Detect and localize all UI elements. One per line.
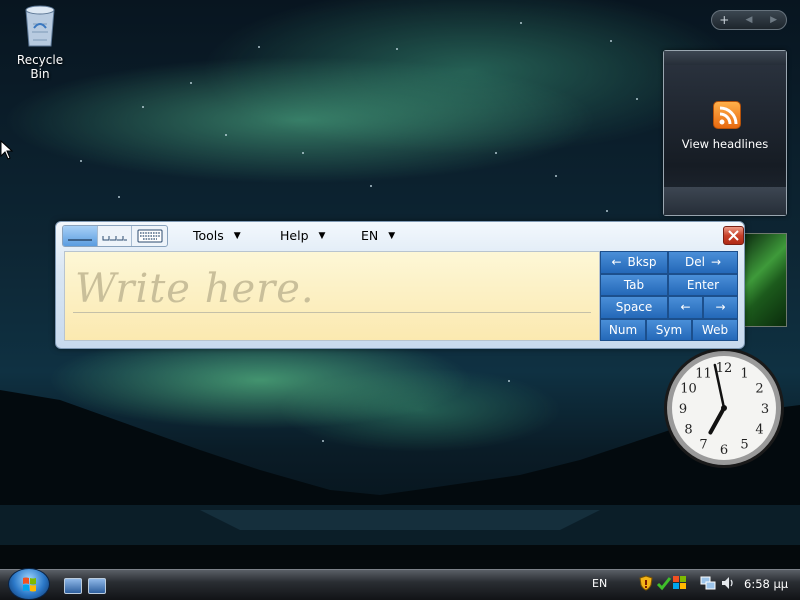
delete-key-label: Del (684, 255, 705, 270)
clock-numeral: 3 (761, 402, 769, 417)
num-key[interactable]: Num (600, 318, 646, 341)
mouse-pointer-icon (0, 140, 14, 160)
clock-numeral: 9 (679, 402, 687, 417)
sidebar-controls: + ◀ ▶ (711, 10, 787, 30)
clock-numeral: 12 (716, 361, 733, 376)
clock-numeral: 7 (699, 438, 707, 453)
slideshow-gadget[interactable] (743, 233, 787, 327)
clock-gadget[interactable]: 12 12 3 45678 9 1011 (662, 346, 786, 470)
windows-logo-icon (23, 577, 36, 592)
left-arrow-key[interactable]: ← (668, 296, 703, 319)
input-mode-switcher (62, 225, 168, 247)
start-button[interactable] (8, 568, 50, 600)
writing-pad-mode-button[interactable] (63, 226, 98, 246)
mode-keys-row: Num Sym Web (600, 318, 738, 341)
character-pad-icon (102, 236, 127, 241)
tab-key[interactable]: Tab (600, 273, 668, 296)
close-icon (728, 230, 739, 241)
keyboard-mode-button[interactable] (132, 226, 167, 246)
chevron-down-icon: ▼ (233, 230, 241, 241)
clock-numeral: 8 (684, 423, 692, 438)
clock-numeral: 2 (755, 382, 763, 397)
language-menu-label: EN (361, 228, 379, 243)
switch-windows-button[interactable] (88, 578, 106, 594)
system-clock[interactable]: 6:58 μμ (744, 577, 788, 591)
desktop-icon-label: Recycle Bin (16, 53, 64, 81)
writing-pad-icon (67, 239, 92, 241)
character-pad-mode-button[interactable] (98, 226, 133, 246)
enter-key[interactable]: Enter (668, 273, 738, 296)
space-key[interactable]: Space (600, 296, 668, 319)
chevron-down-icon: ▼ (318, 230, 326, 241)
update-check-icon[interactable] (656, 575, 672, 591)
view-headlines-link[interactable]: View headlines (664, 137, 786, 151)
desktop-icon-recycle-bin[interactable]: Recycle Bin (6, 2, 74, 81)
tools-menu[interactable]: Tools ▼ (193, 228, 241, 243)
writing-baseline (73, 312, 591, 313)
clock-numeral: 1 (740, 366, 748, 381)
feed-headlines-gadget[interactable]: View headlines (663, 50, 787, 216)
help-menu[interactable]: Help ▼ (280, 228, 325, 243)
security-shield-icon[interactable] (638, 575, 654, 591)
chevron-down-icon: ▼ (388, 230, 396, 241)
backspace-key-label: Bksp (627, 255, 657, 270)
clock-numeral: 4 (755, 423, 763, 438)
clock-numeral: 6 (720, 443, 728, 458)
help-menu-label: Help (280, 228, 309, 243)
arrow-keys: ← → (668, 296, 738, 319)
clock-numeral: 11 (695, 366, 712, 381)
keyboard-icon (137, 229, 163, 243)
clock-numeral: 10 (680, 382, 697, 397)
volume-icon[interactable] (720, 575, 736, 591)
previous-page-button[interactable]: ◀ (739, 15, 759, 25)
show-desktop-button[interactable] (64, 578, 82, 594)
arrow-right-icon: → (710, 255, 722, 270)
backspace-key[interactable]: ← Bksp (600, 251, 668, 274)
clock-center-pin (721, 405, 727, 411)
input-panel-toolbar: Tools ▼ Help ▼ EN ▼ (62, 225, 744, 247)
gadget-top-band (664, 51, 786, 65)
writing-pad[interactable]: Write here. (64, 251, 600, 341)
right-arrow-key[interactable]: → (703, 296, 738, 319)
web-key[interactable]: Web (692, 318, 738, 341)
gadget-bottom-band (664, 187, 786, 215)
rss-icon (713, 101, 741, 129)
next-page-button[interactable]: ▶ (764, 15, 784, 25)
delete-key[interactable]: Del → (668, 251, 738, 274)
tools-menu-label: Tools (193, 228, 224, 243)
recycle-bin-icon (25, 5, 55, 47)
close-button[interactable] (723, 226, 744, 245)
language-indicator[interactable]: EN (592, 577, 607, 590)
language-menu[interactable]: EN ▼ (361, 228, 395, 243)
add-gadget-button[interactable]: + (714, 13, 734, 27)
clock-numeral: 5 (740, 438, 748, 453)
writing-pad-placeholder: Write here. (75, 266, 315, 312)
tablet-input-panel: Tools ▼ Help ▼ EN ▼ Write here. ← Bksp D… (55, 221, 745, 349)
windows-flag-icon[interactable] (672, 575, 688, 591)
sym-key[interactable]: Sym (646, 318, 692, 341)
input-panel-keypad: ← Bksp Del → Tab Enter Space ← → Num Sym… (600, 251, 738, 341)
network-icon[interactable] (700, 575, 716, 591)
arrow-left-icon: ← (611, 255, 622, 270)
